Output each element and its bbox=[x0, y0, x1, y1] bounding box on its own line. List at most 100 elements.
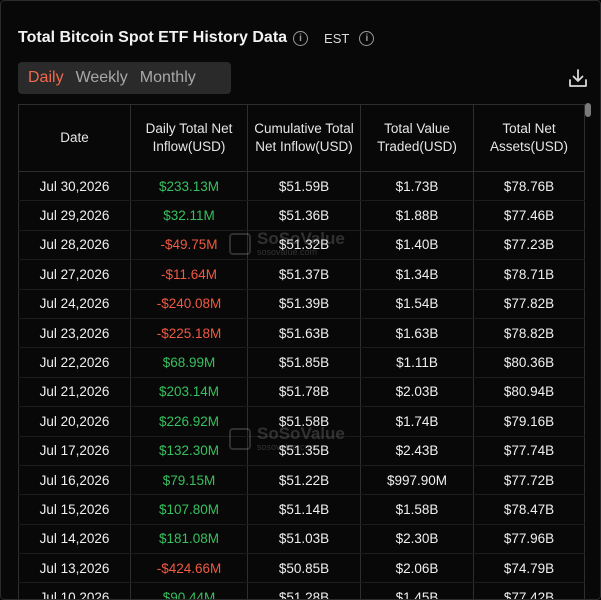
cell-date: Jul 17,2026 bbox=[18, 436, 131, 466]
cell-cumulative-inflow: $51.63B bbox=[247, 318, 361, 349]
table-row[interactable]: Jul 23,2026 -$225.18M $51.63B $1.63B $78.82B bbox=[18, 318, 585, 349]
table-row[interactable]: Jul 21,2026 $203.14M $51.78B $2.03B $80.94B bbox=[18, 377, 585, 408]
cell-value-traded: $1.58B bbox=[360, 494, 474, 525]
cell-cumulative-inflow: $51.14B bbox=[247, 494, 361, 525]
column-header-cumulative-inflow[interactable]: Cumulative Total Net Inflow(USD) bbox=[247, 104, 361, 172]
cell-value-traded: $2.30B bbox=[360, 524, 474, 555]
tab-daily[interactable]: Daily bbox=[22, 62, 70, 94]
column-header-daily-inflow[interactable]: Daily Total Net Inflow(USD) bbox=[130, 104, 248, 172]
header: Total Bitcoin Spot ETF History Data i ES… bbox=[18, 27, 375, 49]
cell-date: Jul 15,2026 bbox=[18, 494, 131, 525]
cell-cumulative-inflow: $51.28B bbox=[247, 582, 361, 599]
cell-net-assets: $77.42B bbox=[473, 582, 585, 599]
cell-date: Jul 24,2026 bbox=[18, 289, 131, 319]
cell-daily-inflow: $79.15M bbox=[130, 465, 248, 496]
page-title: Total Bitcoin Spot ETF History Data bbox=[18, 29, 288, 46]
cell-value-traded: $1.34B bbox=[360, 259, 474, 290]
etf-history-panel: Total Bitcoin Spot ETF History Data i ES… bbox=[0, 0, 601, 600]
cell-cumulative-inflow: $50.85B bbox=[247, 553, 361, 584]
table-row[interactable]: Jul 14,2026 $181.08M $51.03B $2.30B $77.96B bbox=[18, 524, 585, 555]
tab-monthly[interactable]: Monthly bbox=[134, 62, 202, 94]
cell-value-traded: $1.40B bbox=[360, 230, 474, 261]
cell-cumulative-inflow: $51.37B bbox=[247, 259, 361, 290]
cell-net-assets: $77.74B bbox=[473, 436, 585, 466]
cell-daily-inflow: -$225.18M bbox=[130, 318, 248, 349]
cell-value-traded: $997.90M bbox=[360, 465, 474, 496]
cell-daily-inflow: -$240.08M bbox=[130, 289, 248, 319]
cell-daily-inflow: $68.99M bbox=[130, 347, 248, 378]
cell-daily-inflow: $132.30M bbox=[130, 436, 248, 466]
cell-daily-inflow: $32.11M bbox=[130, 200, 248, 231]
cell-value-traded: $2.43B bbox=[360, 436, 474, 466]
table-row[interactable]: Jul 24,2026 -$240.08M $51.39B $1.54B $77.82B bbox=[18, 289, 585, 319]
cell-value-traded: $1.73B bbox=[360, 171, 474, 202]
cell-date: Jul 13,2026 bbox=[18, 553, 131, 584]
cell-net-assets: $77.96B bbox=[473, 524, 585, 555]
cell-date: Jul 10,2026 bbox=[18, 582, 131, 599]
cell-value-traded: $1.54B bbox=[360, 289, 474, 319]
table-row[interactable]: Jul 10,2026 $90.44M $51.28B $1.45B $77.42B bbox=[18, 582, 585, 599]
period-tabs: Daily Weekly Monthly bbox=[18, 62, 231, 94]
cell-date: Jul 20,2026 bbox=[18, 406, 131, 437]
cell-value-traded: $2.06B bbox=[360, 553, 474, 584]
table-scrollbar[interactable] bbox=[585, 103, 591, 117]
cell-date: Jul 29,2026 bbox=[18, 200, 131, 231]
table-row[interactable]: Jul 29,2026 $32.11M $51.36B $1.88B $77.46B bbox=[18, 200, 585, 231]
column-header-net-assets[interactable]: Total Net Assets(USD) bbox=[473, 104, 585, 172]
cell-date: Jul 28,2026 bbox=[18, 230, 131, 261]
table-row[interactable]: Jul 15,2026 $107.80M $51.14B $1.58B $78.47B bbox=[18, 494, 585, 525]
cell-cumulative-inflow: $51.39B bbox=[247, 289, 361, 319]
cell-net-assets: $80.94B bbox=[473, 377, 585, 408]
cell-value-traded: $1.74B bbox=[360, 406, 474, 437]
timezone-label: EST bbox=[324, 30, 350, 46]
cell-cumulative-inflow: $51.36B bbox=[247, 200, 361, 231]
cell-date: Jul 30,2026 bbox=[18, 171, 131, 202]
table-row[interactable]: Jul 30,2026 $233.13M $51.59B $1.73B $78.76B bbox=[18, 171, 585, 202]
cell-daily-inflow: $203.14M bbox=[130, 377, 248, 408]
cell-daily-inflow: -$424.66M bbox=[130, 553, 248, 584]
cell-daily-inflow: $90.44M bbox=[130, 582, 248, 599]
cell-cumulative-inflow: $51.85B bbox=[247, 347, 361, 378]
table-header-row: Date Daily Total Net Inflow(USD) Cumulat… bbox=[18, 104, 585, 172]
table-row[interactable]: Jul 22,2026 $68.99M $51.85B $1.11B $80.36B bbox=[18, 347, 585, 378]
cell-date: Jul 22,2026 bbox=[18, 347, 131, 378]
cell-date: Jul 16,2026 bbox=[18, 465, 131, 496]
download-icon[interactable] bbox=[567, 67, 589, 89]
cell-net-assets: $77.72B bbox=[473, 465, 585, 496]
title-info-icon[interactable]: i bbox=[293, 30, 309, 46]
column-header-value-traded[interactable]: Total Value Traded(USD) bbox=[360, 104, 474, 172]
timezone-info-icon[interactable]: i bbox=[359, 30, 375, 46]
cell-net-assets: $80.36B bbox=[473, 347, 585, 378]
cell-daily-inflow: $233.13M bbox=[130, 171, 248, 202]
tab-weekly[interactable]: Weekly bbox=[70, 62, 134, 94]
cell-daily-inflow: $226.92M bbox=[130, 406, 248, 437]
table-row[interactable]: Jul 20,2026 $226.92M $51.58B $1.74B $79.16B bbox=[18, 406, 585, 437]
cell-value-traded: $1.45B bbox=[360, 582, 474, 599]
cell-net-assets: $74.79B bbox=[473, 553, 585, 584]
cell-net-assets: $78.82B bbox=[473, 318, 585, 349]
table-row[interactable]: Jul 27,2026 -$11.64M $51.37B $1.34B $78.71B bbox=[18, 259, 585, 290]
cell-cumulative-inflow: $51.35B bbox=[247, 436, 361, 466]
cell-value-traded: $1.63B bbox=[360, 318, 474, 349]
cell-date: Jul 27,2026 bbox=[18, 259, 131, 290]
history-table: Date Daily Total Net Inflow(USD) Cumulat… bbox=[18, 104, 585, 599]
cell-date: Jul 14,2026 bbox=[18, 524, 131, 555]
table-row[interactable]: Jul 28,2026 -$49.75M $51.32B $1.40B $77.23B bbox=[18, 230, 585, 261]
cell-net-assets: $78.76B bbox=[473, 171, 585, 202]
table-row[interactable]: Jul 16,2026 $79.15M $51.22B $997.90M $77.72B bbox=[18, 465, 585, 496]
cell-net-assets: $77.82B bbox=[473, 289, 585, 319]
cell-daily-inflow: -$49.75M bbox=[130, 230, 248, 261]
column-header-date[interactable]: Date bbox=[18, 104, 131, 172]
table-row[interactable]: Jul 13,2026 -$424.66M $50.85B $2.06B $74.79B bbox=[18, 553, 585, 584]
cell-cumulative-inflow: $51.78B bbox=[247, 377, 361, 408]
cell-net-assets: $77.46B bbox=[473, 200, 585, 231]
cell-net-assets: $78.47B bbox=[473, 494, 585, 525]
cell-net-assets: $77.23B bbox=[473, 230, 585, 261]
cell-net-assets: $78.71B bbox=[473, 259, 585, 290]
cell-cumulative-inflow: $51.22B bbox=[247, 465, 361, 496]
cell-daily-inflow: -$11.64M bbox=[130, 259, 248, 290]
table-body: Jul 30,2026 $233.13M $51.59B $1.73B $78.76B J… bbox=[18, 171, 585, 599]
table-row[interactable]: Jul 17,2026 $132.30M $51.35B $2.43B $77.74B bbox=[18, 436, 585, 466]
cell-daily-inflow: $107.80M bbox=[130, 494, 248, 525]
cell-net-assets: $79.16B bbox=[473, 406, 585, 437]
